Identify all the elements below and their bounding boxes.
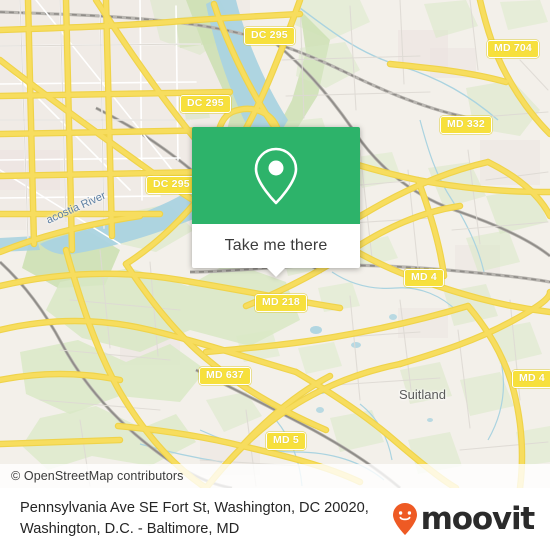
place-label-suitland: Suitland bbox=[399, 387, 446, 402]
address-line-2: Washington, D.C. - Baltimore, MD bbox=[20, 521, 240, 537]
moovit-map-screen: .land{fill:#f3f0ea} .green{fill:#d8e8c4}… bbox=[0, 0, 550, 550]
popup-header bbox=[192, 127, 360, 224]
take-me-there-label: Take me there bbox=[224, 237, 328, 254]
address-line-1: Pennsylvania Ave SE Fort St, Washington,… bbox=[20, 500, 369, 516]
popup-pointer bbox=[266, 267, 286, 277]
map-pin-icon bbox=[254, 147, 298, 204]
route-shield: DC 295 bbox=[244, 27, 295, 45]
moovit-logo[interactable]: moovit bbox=[392, 501, 536, 537]
route-shield: MD 4 bbox=[404, 269, 444, 287]
route-shield: MD 4 bbox=[512, 370, 550, 388]
popup-action-bar[interactable]: Take me there bbox=[192, 224, 360, 277]
map-canvas[interactable]: .land{fill:#f3f0ea} .green{fill:#d8e8c4}… bbox=[0, 0, 550, 488]
route-shield: MD 218 bbox=[255, 294, 307, 312]
route-shield: MD 704 bbox=[487, 40, 539, 58]
route-shield: MD 637 bbox=[199, 367, 251, 385]
moovit-pin-icon bbox=[392, 503, 417, 535]
osm-attribution-text: © OpenStreetMap contributors bbox=[11, 469, 184, 483]
route-shield: DC 295 bbox=[146, 176, 197, 194]
map-attribution-bar: © OpenStreetMap contributors bbox=[0, 464, 550, 488]
route-shield: MD 5 bbox=[266, 432, 306, 450]
address-block: Pennsylvania Ave SE Fort St, Washington,… bbox=[20, 498, 369, 540]
route-shield: MD 332 bbox=[440, 116, 492, 134]
route-shield: DC 295 bbox=[180, 95, 231, 113]
location-popup-card[interactable]: Take me there bbox=[192, 127, 360, 277]
moovit-wordmark: moovit bbox=[420, 501, 536, 537]
bottom-info-bar: Pennsylvania Ave SE Fort St, Washington,… bbox=[0, 488, 550, 550]
